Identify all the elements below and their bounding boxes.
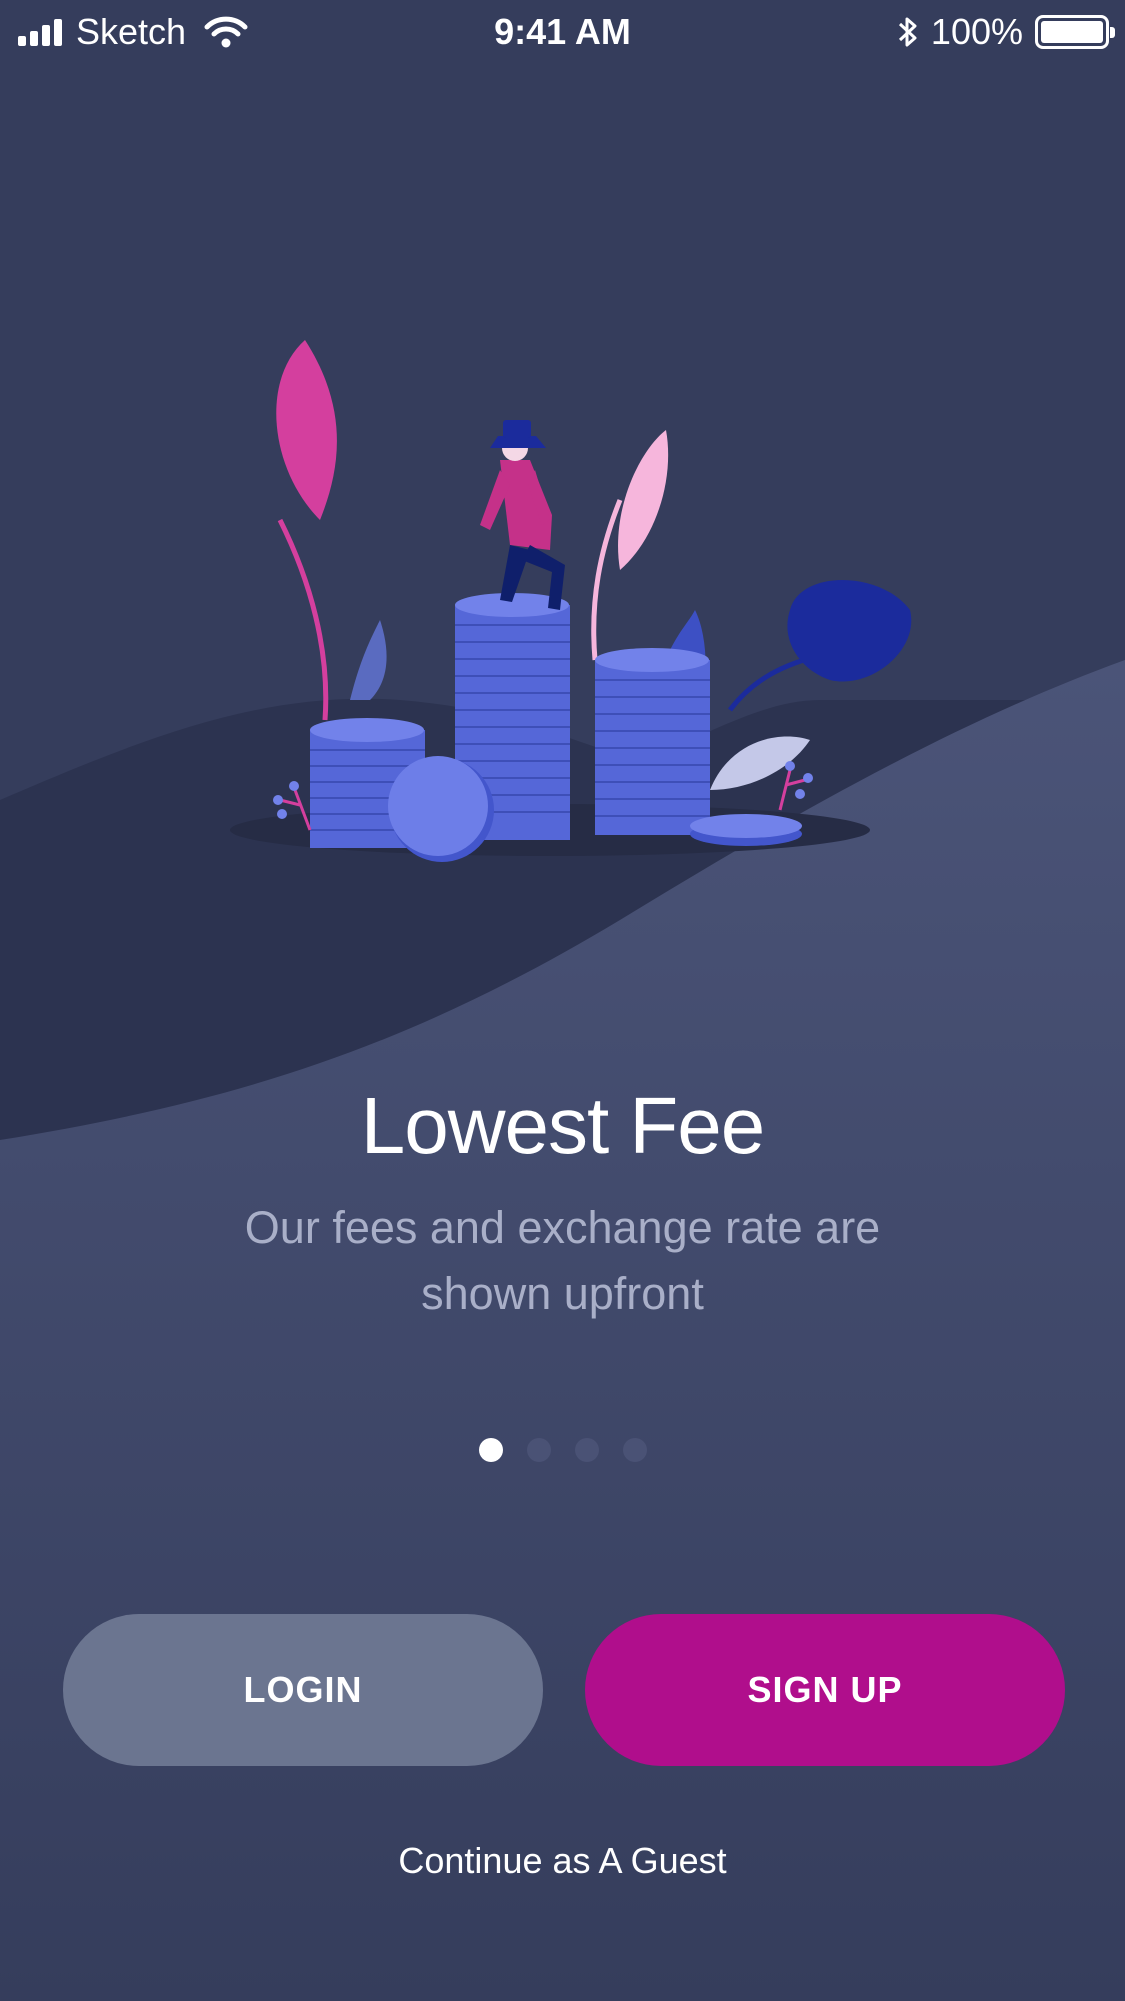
onboarding-screen: Sketch 9:41 AM 100% Lowest Fee Our fees … — [0, 0, 1125, 2001]
page-subtitle: Our fees and exchange rate are shown upf… — [244, 1202, 881, 1319]
status-bar: Sketch 9:41 AM 100% — [0, 0, 1125, 64]
coins-illustration — [230, 340, 912, 862]
bluetooth-icon — [898, 17, 917, 47]
coin-top — [310, 718, 424, 742]
leaf-stem — [277, 518, 329, 721]
page-dot-2[interactable] — [526, 1438, 551, 1462]
light-leaf-icon — [618, 430, 669, 570]
page-title: Lowest Fee — [360, 1081, 766, 1170]
page-indicator[interactable] — [0, 1438, 1125, 1462]
person-figure — [480, 420, 565, 610]
battery-icon — [1035, 15, 1115, 49]
status-right: 100% — [897, 8, 1115, 56]
battery-percentage: 100% — [930, 11, 1023, 52]
continue-as-guest-link[interactable]: Continue as A Guest — [0, 1840, 1125, 1882]
pink-leaf-icon — [276, 340, 337, 520]
page-dot-4[interactable] — [622, 1438, 647, 1462]
page-dot-1[interactable] — [478, 1438, 503, 1462]
login-button[interactable]: LOGIN — [63, 1614, 543, 1766]
standing-coin-icon — [388, 756, 488, 856]
signup-button[interactable]: SIGN UP — [585, 1614, 1065, 1766]
page-dot-3[interactable] — [574, 1438, 599, 1462]
monstera-icon — [787, 580, 912, 682]
